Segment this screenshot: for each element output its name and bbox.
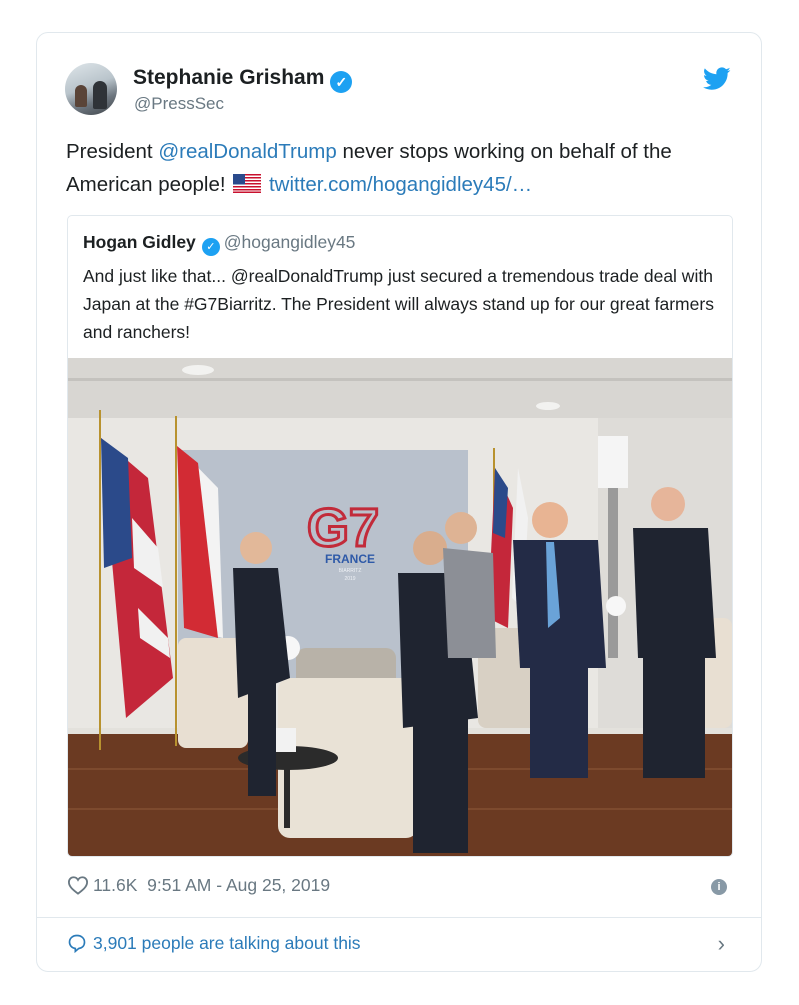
quoted-tweet-text: And just like that... @realDonaldTrump j… xyxy=(83,266,714,342)
tweet-link[interactable]: twitter.com/hogangidley45/… xyxy=(269,173,532,196)
divider xyxy=(37,917,761,918)
g7-sign-year: 2019 xyxy=(344,576,355,582)
heart-icon[interactable] xyxy=(67,875,89,895)
conversation-link[interactable]: 3,901 people are talking about this xyxy=(67,933,361,954)
quoted-tweet[interactable]: Hogan Gidley ✓ @hogangidley45 And just lik… xyxy=(67,215,733,857)
quoted-tweet-header: Hogan Gidley ✓ @hogangidley45 xyxy=(83,232,355,256)
g7-sign-city: BIARRITZ xyxy=(339,568,362,574)
author-name[interactable]: Stephanie Grisham ✓ xyxy=(133,66,353,93)
quoted-tweet-photo[interactable]: G7 FRANCE BIARRITZ 2019 xyxy=(68,358,732,856)
us-flag-icon xyxy=(233,174,262,193)
twitter-bird-icon[interactable] xyxy=(703,67,731,91)
info-icon[interactable]: i xyxy=(711,879,727,895)
reply-bubble-icon xyxy=(68,934,86,953)
photo-illustration: G7 FRANCE BIARRITZ 2019 xyxy=(68,358,732,856)
tweet-text-part: President xyxy=(66,140,159,163)
g7-sign-main: G7 xyxy=(307,498,379,558)
g7-sign-sub: FRANCE xyxy=(325,552,375,566)
author-avatar[interactable] xyxy=(65,63,117,115)
conversation-label[interactable]: 3,901 people are talking about this xyxy=(93,933,361,953)
timestamp[interactable]: 9:51 AM - Aug 25, 2019 xyxy=(147,875,330,895)
verified-check-icon: ✓ xyxy=(330,71,353,93)
author-handle[interactable]: @PressSec xyxy=(134,94,224,114)
verified-check-icon: ✓ xyxy=(201,238,220,256)
like-count[interactable]: 11.6K xyxy=(93,875,137,895)
embedded-tweet-card: Stephanie Grisham ✓ @PressSec President @… xyxy=(36,32,762,972)
quoted-author-name[interactable]: Hogan Gidley xyxy=(83,232,196,252)
tweet-text: President @realDonaldTrump never stops w… xyxy=(66,135,746,201)
quoted-author-handle[interactable]: @hogangidley45 xyxy=(224,232,356,252)
tweet-meta: 11.6K 9:51 AM - Aug 25, 2019 xyxy=(67,875,330,896)
author-name-text[interactable]: Stephanie Grisham xyxy=(133,66,324,89)
mention-link[interactable]: @realDonaldTrump xyxy=(158,140,336,163)
chevron-right-icon[interactable]: › xyxy=(718,931,725,957)
